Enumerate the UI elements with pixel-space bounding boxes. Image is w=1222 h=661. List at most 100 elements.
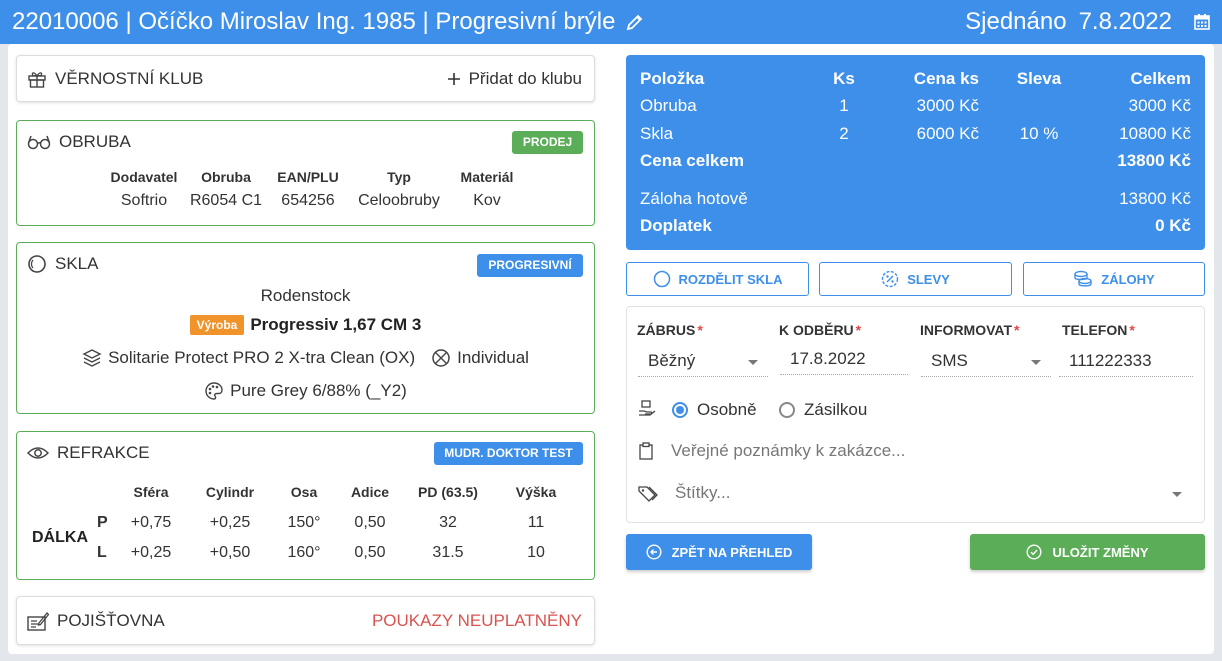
urgency-value: Běžný (648, 351, 696, 370)
summary-header: Položka Ks Cena ks Sleva Celkem (626, 69, 1205, 89)
summary-item: Obruba (640, 96, 697, 115)
delivery-post-radio[interactable]: Zásilkou (779, 400, 867, 420)
summary-price: 6000 Kč (916, 124, 979, 143)
production-tag: Výroba (189, 315, 245, 335)
refraction-col-cylinder: Cylindr (205, 484, 255, 500)
loyalty-card: VĚRNOSTNÍ KLUB Přidat do klubu (16, 55, 595, 102)
split-lenses-label: ROZDĚLIT SKLA (678, 271, 783, 287)
deposits-button[interactable]: ZÁLOHY (1023, 262, 1205, 296)
frame-header: OBRUBA (27, 132, 131, 152)
lenses-title: SKLA (55, 254, 99, 273)
arrow-left-circle-icon (646, 544, 662, 560)
app-header: 22010006 | Očíčko Miroslav Ing. 1985 | P… (0, 0, 1222, 44)
save-changes-button[interactable]: ULOŽIT ZMĚNY (970, 534, 1205, 570)
check-circle-icon (1026, 544, 1042, 560)
frame-badge: PRODEJ (512, 131, 583, 154)
delivery-personal-label: Osobně (697, 400, 757, 419)
lens-tint-row: Pure Grey 6/88% (_Y2) (17, 381, 594, 401)
lenses-card: SKLA PROGRESIVNÍ Rodenstock Výroba Progr… (16, 242, 595, 414)
grand-total-value: 13800 Kč (1117, 151, 1191, 170)
eye-icon (27, 445, 49, 461)
order-status: Sjednáno 7.8.2022 (965, 8, 1210, 36)
notify-select[interactable]: SMS (921, 349, 1051, 377)
price-summary: Položka Ks Cena ks Sleva Celkem Obruba 1… (626, 55, 1205, 250)
notify-label: INFORMOVAT * (920, 322, 1019, 338)
palette-icon (204, 381, 224, 401)
left-pd: 31.5 (432, 544, 464, 561)
percent-badge-icon (881, 270, 899, 288)
calendar-icon[interactable] (1194, 14, 1210, 30)
add-to-club-button[interactable]: Přidat do klubu (447, 69, 582, 89)
order-form: ZÁBRUS * K ODBĚRU * INFORMOVAT * TELEFON * B… (626, 306, 1205, 523)
eye-right-label: P (97, 514, 108, 531)
frame-type: Celoobruby (358, 192, 440, 209)
pickup-label-text: K ODBĚRU (779, 322, 854, 338)
required-mark: * (1014, 322, 1020, 338)
add-to-club-label: Přidat do klubu (468, 69, 582, 88)
split-lenses-button[interactable]: ROZDĚLIT SKLA (626, 262, 809, 296)
lens-product-row: Výroba Progressiv 1,67 CM 3 (17, 315, 594, 335)
summary-col-total: Celkem (1130, 69, 1191, 88)
summary-col-discount: Sleva (1016, 69, 1062, 88)
insurance-card[interactable]: POJIŠŤOVNA POUKAZY NEUPLATNĚNY (16, 596, 595, 645)
right-cylinder: +0,25 (209, 514, 251, 531)
left-height: 10 (527, 544, 545, 561)
summary-deposit: Záloha hotově 13800 Kč (626, 189, 1205, 209)
phone-label-text: TELEFON (1062, 322, 1128, 338)
delivery-personal-radio[interactable]: Osobně (672, 400, 757, 420)
frame-col-supplier: Dodavatel (110, 169, 178, 185)
status-date: 7.8.2022 (1078, 8, 1172, 35)
summary-col-price: Cena ks (913, 69, 979, 88)
lens-design: Individual (457, 348, 529, 367)
lens-product: Progressiv 1,67 CM 3 (250, 315, 422, 334)
discounts-button[interactable]: SLEVY (819, 262, 1012, 296)
insurance-title: POJIŠŤOVNA (57, 611, 165, 630)
refraction-col-pd: PD (63.5) (418, 484, 478, 500)
grand-total-label: Cena celkem (640, 151, 744, 170)
save-label: ULOŽIT ZMĚNY (1052, 544, 1149, 560)
delivery-hand-icon (638, 399, 656, 417)
plus-icon (447, 72, 461, 86)
remaining-label: Doplatek (640, 216, 712, 235)
pickup-date-field[interactable]: 17.8.2022 (780, 347, 908, 375)
back-to-overview-button[interactable]: ZPĚT NA PŘEHLED (626, 534, 812, 570)
chevron-down-icon[interactable] (1172, 492, 1182, 497)
summary-qty: 2 (839, 124, 849, 143)
discounts-label: SLEVY (907, 271, 950, 287)
left-cylinder: +0,50 (209, 544, 251, 561)
design-icon (431, 348, 451, 368)
frame-material: Kov (473, 192, 501, 209)
frame-supplier: Softrio (120, 192, 168, 209)
gift-icon (27, 69, 47, 89)
eye-left-label: L (97, 544, 107, 561)
summary-row-lenses: Skla 2 6000 Kč 10 % 10800 Kč (626, 124, 1205, 144)
lens-coating-row: Solitarie Protect PRO 2 X-tra Clean (OX)… (17, 348, 594, 368)
order-title-text: 22010006 | Očíčko Miroslav Ing. 1985 | P… (12, 8, 616, 35)
insurance-status: POUKAZY NEUPLATNĚNY (371, 611, 582, 630)
notify-value: SMS (931, 351, 968, 370)
frame-title: OBRUBA (59, 132, 131, 151)
frame-col-ean: EAN/PLU (277, 169, 339, 185)
refraction-col-sphere: Sféra (133, 484, 169, 500)
pencil-icon[interactable] (625, 12, 645, 32)
back-label: ZPĚT NA PŘEHLED (671, 544, 793, 560)
notes-input[interactable]: Veřejné poznámky k zakázce... (671, 441, 905, 461)
tags-input[interactable]: Štítky... (675, 483, 730, 503)
summary-discount: 10 % (1019, 124, 1059, 143)
phone-field[interactable]: 111222333 (1059, 349, 1193, 377)
summary-total: 10800 Kč (1119, 124, 1191, 143)
right-sphere: +0,75 (130, 514, 172, 531)
glasses-icon (27, 134, 51, 150)
refraction-col-addition: Adice (350, 484, 390, 500)
urgency-select[interactable]: Běžný (638, 349, 768, 377)
frame-details: Dodavatel Obruba EAN/PLU Typ Materiál So… (103, 169, 525, 210)
deposit-label: Záloha hotově (640, 189, 748, 208)
frame-col-frame: Obruba (201, 169, 251, 185)
order-title: 22010006 | Očíčko Miroslav Ing. 1985 | P… (12, 8, 645, 36)
frame-model: R6054 C1 (189, 192, 263, 209)
tags-icon (638, 485, 660, 503)
chevron-down-icon (1031, 360, 1041, 365)
refraction-col-axis: Osa (290, 484, 318, 500)
circle-icon (653, 270, 671, 288)
urgency-label: ZÁBRUS * (637, 322, 703, 338)
